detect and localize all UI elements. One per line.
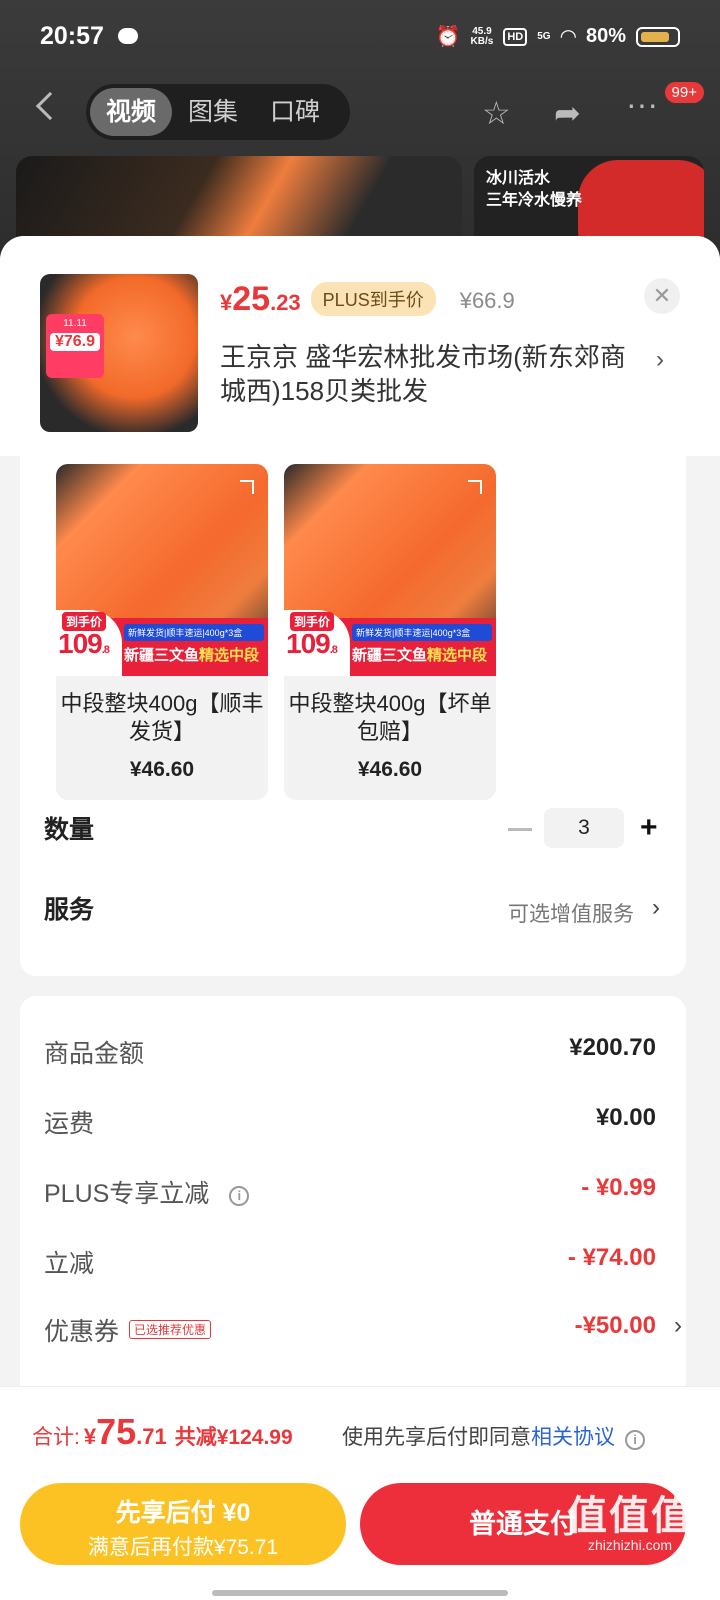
thumb-promo-badge: 11.11 ¥76.9 [46, 314, 104, 378]
quantity-input[interactable]: 3 [544, 808, 624, 848]
summary-shipping-row: 运费 ¥0.00 [44, 1104, 656, 1138]
original-price: ¥66.9 [459, 288, 515, 313]
home-indicator[interactable] [212, 1590, 508, 1596]
battery-icon [636, 26, 680, 47]
hd-icon: HD [503, 27, 528, 46]
summary-goods-row: 商品金额 ¥200.70 [44, 1034, 656, 1068]
plus-price-badge: PLUS到手价 [310, 282, 436, 316]
banner-title: 新疆三文鱼精选中段 [124, 647, 260, 664]
tab-reviews[interactable]: 口碑 [254, 88, 336, 136]
battery-percent: 80% [585, 25, 626, 47]
product-thumbnail[interactable]: 11.11 ¥76.9 [40, 274, 198, 432]
summary-coupon-row[interactable]: 优惠券 已选推荐优惠 -¥50.00 › [44, 1312, 682, 1352]
sku-promo-banner: 到手价 109.8 新鲜发货|顺丰速运|400g*3盒 新疆三文鱼精选中段 [56, 610, 268, 676]
signal-5g-icon: 5G [537, 30, 551, 42]
service-label: 服务 [44, 896, 95, 924]
shop-name[interactable]: 王京京 盛华宏林批发市场(新东郊商城西)158贝类批发 [220, 340, 640, 408]
service-selector[interactable]: 可选增值服务 [508, 898, 634, 928]
sku-price: ¥46.60 [357, 758, 423, 781]
top-nav: 视频 图集 口碑 ☆ ➦ ··· 99+ [0, 80, 720, 144]
chevron-right-icon[interactable]: › [652, 894, 660, 922]
expand-icon[interactable] [240, 480, 254, 494]
banner-price-tag: 到手价 109.8 [284, 610, 350, 676]
media-tabs: 视频 图集 口碑 [86, 84, 350, 140]
message-badge: 99+ [664, 82, 704, 103]
sku-name: 中段整块400g【顺丰发货】 [60, 691, 264, 744]
expand-icon[interactable] [468, 480, 482, 494]
quantity-minus-button[interactable] [508, 828, 532, 831]
sku-option[interactable]: 到手价 109.8 新鲜发货|顺丰速运|400g*3盒 新疆三文鱼精选中段 中段… [284, 464, 496, 800]
chevron-right-icon[interactable]: › [656, 346, 664, 374]
product-header: 11.11 ¥76.9 ¥25.23 PLUS到手价 ¥66.9 ✕ 王京京 盛… [0, 236, 720, 456]
watermark-logo: 值值值 zhizhizhi.com [567, 1494, 693, 1553]
info-icon[interactable]: i [229, 1186, 250, 1206]
net-speed: 45.9 KB/s [470, 25, 494, 47]
final-price: ¥25.23 [220, 280, 301, 318]
options-card: 到手价 109.8 新鲜发货|顺丰速运|400g*3盒 新疆三文鱼精选中段 中段… [20, 456, 686, 976]
coupon-tag: 已选推荐优惠 [129, 1320, 212, 1339]
sku-price: ¥46.60 [129, 758, 195, 781]
banner-price-tag: 到手价 109.8 [56, 610, 122, 676]
status-time: 20:57 [40, 22, 104, 50]
more-icon[interactable]: ··· [626, 86, 658, 123]
pay-later-button[interactable]: 先享后付 ¥0 满意后再付款¥75.71 [20, 1483, 346, 1565]
status-bar: 20:57 ⏰ 45.9 KB/s HD 5G ◠ 80% [0, 0, 720, 76]
status-indicators: ⏰ 45.9 KB/s HD 5G ◠ 80% [436, 24, 680, 49]
back-arrow-icon[interactable] [35, 91, 65, 121]
banner-title: 新疆三文鱼精选中段 [352, 647, 488, 664]
chat-bubble-icon [118, 28, 138, 44]
price-row: ¥25.23 PLUS到手价 ¥66.9 [220, 280, 515, 320]
sku-name: 中段整块400g【坏单包赔】 [288, 691, 492, 744]
chevron-right-icon[interactable]: › [674, 1312, 682, 1340]
sku-option[interactable]: 到手价 109.8 新鲜发货|顺丰速运|400g*3盒 新疆三文鱼精选中段 中段… [56, 464, 268, 800]
thumb-promo-price: ¥76.9 [50, 333, 100, 351]
quantity-plus-button[interactable]: + [640, 813, 658, 843]
agreement-text: 使用先享后付即同意相关协议 i [342, 1421, 645, 1451]
banner-subtitle: 新鲜发货|顺丰速运|400g*3盒 [124, 624, 264, 641]
checkout-bar: 合计: ¥ 75 .71 共减¥124.99 使用先享后付即同意相关协议 i 先享… [0, 1386, 720, 1600]
total-saving: 共减¥124.99 [174, 1426, 293, 1449]
alarm-icon: ⏰ [435, 26, 461, 48]
summary-plus-discount-row: PLUS专享立减 i - ¥0.99 [44, 1174, 656, 1208]
banner-subtitle: 新鲜发货|顺丰速运|400g*3盒 [352, 624, 492, 641]
sku-image: 到手价 109.8 新鲜发货|顺丰速运|400g*3盒 新疆三文鱼精选中段 [284, 464, 496, 676]
sku-image: 到手价 109.8 新鲜发货|顺丰速运|400g*3盒 新疆三文鱼精选中段 [56, 464, 268, 676]
wifi-icon: ◠ [560, 26, 576, 48]
close-button[interactable]: ✕ [644, 278, 680, 314]
sku-promo-banner: 到手价 109.8 新鲜发货|顺丰速运|400g*3盒 新疆三文鱼精选中段 [284, 610, 496, 676]
star-favorite-icon[interactable]: ☆ [482, 94, 511, 132]
info-icon[interactable]: i [625, 1430, 645, 1450]
side-preview-text: 冰川活水 三年冷水慢养 [486, 170, 583, 209]
tab-video[interactable]: 视频 [90, 88, 173, 136]
summary-instant-discount-row: 立减 - ¥74.00 [44, 1244, 656, 1278]
agreement-link[interactable]: 相关协议 [531, 1426, 615, 1449]
quantity-label: 数量 [44, 816, 95, 844]
total-amount: 合计: ¥ 75 .71 共减¥124.99 [32, 1411, 293, 1452]
price-summary: 商品金额 ¥200.70 运费 ¥0.00 PLUS专享立减 i - ¥0.99 … [20, 996, 686, 1416]
share-icon[interactable]: ➦ [554, 94, 581, 132]
tab-gallery[interactable]: 图集 [172, 88, 254, 136]
